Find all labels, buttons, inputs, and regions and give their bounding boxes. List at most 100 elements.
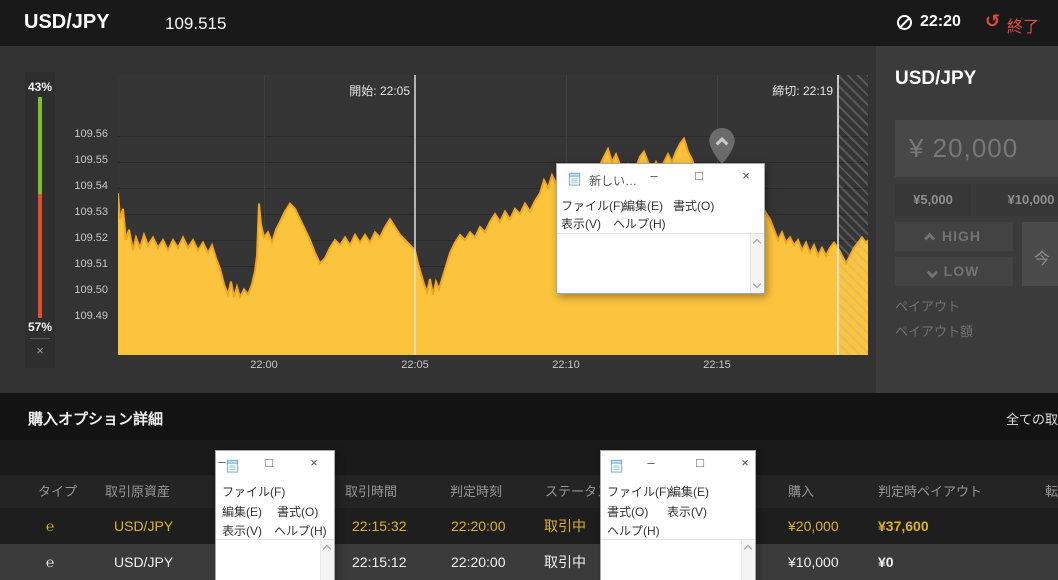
menu-format[interactable]: 書式(O) xyxy=(673,197,714,214)
quick-amount-5000-button[interactable]: ¥5,000 xyxy=(895,184,971,216)
notepad-title-bar[interactable]: 新しい… – □ × xyxy=(557,164,764,193)
close-gauge-button[interactable]: × xyxy=(25,343,55,358)
menu-edit[interactable]: 編集(E) xyxy=(669,483,709,500)
top-bar: USD/JPY 109.515 22:20 ↺ 終了 xyxy=(0,0,1058,46)
countdown-time: 22:20 xyxy=(920,13,961,30)
row-status: 取引中 xyxy=(544,518,586,534)
maximize-button[interactable]: □ xyxy=(691,455,709,475)
panel-symbol-title: USD/JPY xyxy=(895,68,977,89)
menu-format[interactable]: 書式(O) xyxy=(607,503,648,520)
notepad-title-bar[interactable]: – □ × xyxy=(216,451,334,479)
trade-start-line xyxy=(414,75,416,355)
row-trade-time: 22:15:32 xyxy=(352,518,407,534)
col-header-type: タイプ xyxy=(38,484,78,499)
low-percent: 57% xyxy=(27,320,53,334)
menu-view[interactable]: 表示(V) xyxy=(561,215,601,232)
col-header-payout: 判定時ペイアウト xyxy=(878,484,983,499)
closed-period-hatch xyxy=(839,75,868,355)
row-purchase: ¥10,000 xyxy=(788,554,839,570)
trade-type-icon: ℮ xyxy=(46,518,55,534)
col-header-purchase: 購入 xyxy=(788,484,815,499)
all-trades-link[interactable]: 全ての取引 xyxy=(1006,409,1058,428)
notepad-icon xyxy=(610,459,623,473)
trade-panel: USD/JPY ¥ 20,000 ¥5,000 ¥10,000 HIGH LOW… xyxy=(876,46,1058,394)
scroll-up-icon[interactable] xyxy=(322,544,332,554)
menu-format[interactable]: 書式(O) xyxy=(277,503,318,520)
high-button[interactable]: HIGH xyxy=(895,222,1013,251)
maximize-button[interactable]: □ xyxy=(260,455,278,475)
notepad-text-area[interactable] xyxy=(601,539,755,580)
end-button[interactable]: 終了 xyxy=(1007,13,1039,37)
divider xyxy=(30,338,50,339)
history-clock-icon: ↺ xyxy=(985,11,1001,31)
notepad-window[interactable]: – □ × ファイル(F) 編集(E) 書式(O) 表示(V) ヘルプ(H) xyxy=(600,450,756,580)
menu-file[interactable]: ファイル(F) xyxy=(222,483,285,500)
payout-label: ペイアウト xyxy=(895,299,961,314)
menu-help[interactable]: ヘルプ(H) xyxy=(607,522,660,539)
menu-view[interactable]: 表示(V) xyxy=(667,503,707,520)
scroll-up-icon[interactable] xyxy=(752,238,762,248)
y-axis-tick: 109.52 xyxy=(74,232,108,244)
menu-edit[interactable]: 編集(E) xyxy=(222,503,262,520)
row-judge-time: 22:20:00 xyxy=(451,554,506,570)
purchase-options-section: 購入オプション詳細 全ての取引 xyxy=(0,393,1058,440)
y-axis-tick: 109.49 xyxy=(74,310,108,322)
notepad-window[interactable]: – □ × ファイル(F) 編集(E) 書式(O) 表示(V) ヘルプ(H) xyxy=(215,450,335,580)
notepad-window[interactable]: 新しい… – □ × ファイル(F) 編集(E) 書式(O) 表示(V) ヘルプ… xyxy=(556,163,765,294)
menu-file[interactable]: ファイル(F) xyxy=(607,483,670,500)
high-button-label: HIGH xyxy=(942,228,981,244)
menu-view[interactable]: 表示(V) xyxy=(222,522,262,539)
divider xyxy=(0,440,1058,475)
no-entry-icon xyxy=(897,15,912,30)
row-asset: USD/JPY xyxy=(114,518,174,534)
col-header-resell: 転売 xyxy=(1045,484,1058,499)
row-payout: ¥0 xyxy=(878,554,894,570)
x-axis-tick: 22:05 xyxy=(401,359,429,371)
col-header-asset: 取引原資産 xyxy=(105,484,171,499)
scrollbar[interactable] xyxy=(741,540,755,580)
y-axis-tick: 109.51 xyxy=(74,258,108,270)
payout-amount-label: ペイアウト額 xyxy=(895,324,974,339)
quick-amount-10000-button[interactable]: ¥10,000 xyxy=(976,184,1058,216)
trade-type-icon: ℮ xyxy=(46,554,55,570)
close-icon[interactable]: × xyxy=(736,455,754,475)
trade-start-label: 開始: 22:05 xyxy=(349,84,410,98)
menu-file[interactable]: ファイル(F) xyxy=(561,197,624,214)
x-axis-tick: 22:00 xyxy=(250,359,278,371)
menu-help[interactable]: ヘルプ(H) xyxy=(274,522,327,539)
close-icon[interactable]: × xyxy=(305,455,323,475)
notepad-icon xyxy=(568,172,581,186)
low-button[interactable]: LOW xyxy=(895,257,1013,286)
notepad-title-bar[interactable]: – □ × xyxy=(601,451,755,479)
x-axis-tick: 22:10 xyxy=(552,359,580,371)
y-axis-tick: 109.54 xyxy=(74,180,108,192)
notepad-text-area[interactable] xyxy=(216,539,334,580)
menu-help[interactable]: ヘルプ(H) xyxy=(613,215,666,232)
high-percent: 43% xyxy=(27,80,53,94)
current-price: 109.515 xyxy=(165,14,227,33)
row-judge-time: 22:20:00 xyxy=(451,518,506,534)
gauge-bar-high xyxy=(38,97,42,194)
amount-input[interactable]: ¥ 20,000 xyxy=(895,120,1058,177)
chevron-down-icon xyxy=(926,267,938,279)
notepad-icon xyxy=(226,459,239,473)
minimize-button[interactable]: – xyxy=(642,455,660,475)
close-icon[interactable]: × xyxy=(737,168,755,188)
maximize-button[interactable]: □ xyxy=(690,168,708,188)
section-title: 購入オプション詳細 xyxy=(28,411,164,428)
minimize-button[interactable]: – xyxy=(645,168,663,188)
symbol-label: USD/JPY xyxy=(24,11,110,33)
row-payout: ¥37,600 xyxy=(878,518,929,534)
app: USD/JPY 109.515 22:20 ↺ 終了 43% 57% × 開始:… xyxy=(0,0,1058,580)
scroll-up-icon[interactable] xyxy=(743,544,753,554)
y-axis-tick: 109.55 xyxy=(74,154,108,166)
row-status: 取引中 xyxy=(544,554,586,570)
menu-edit[interactable]: 編集(E) xyxy=(623,197,663,214)
buy-now-button[interactable]: 今 xyxy=(1022,222,1058,286)
scrollbar[interactable] xyxy=(750,234,764,293)
y-axis-tick: 109.56 xyxy=(74,128,108,140)
scrollbar[interactable] xyxy=(320,540,334,580)
y-axis-tick: 109.50 xyxy=(74,284,108,296)
scroll-down-icon[interactable] xyxy=(752,279,762,289)
notepad-text-area[interactable] xyxy=(557,233,764,293)
